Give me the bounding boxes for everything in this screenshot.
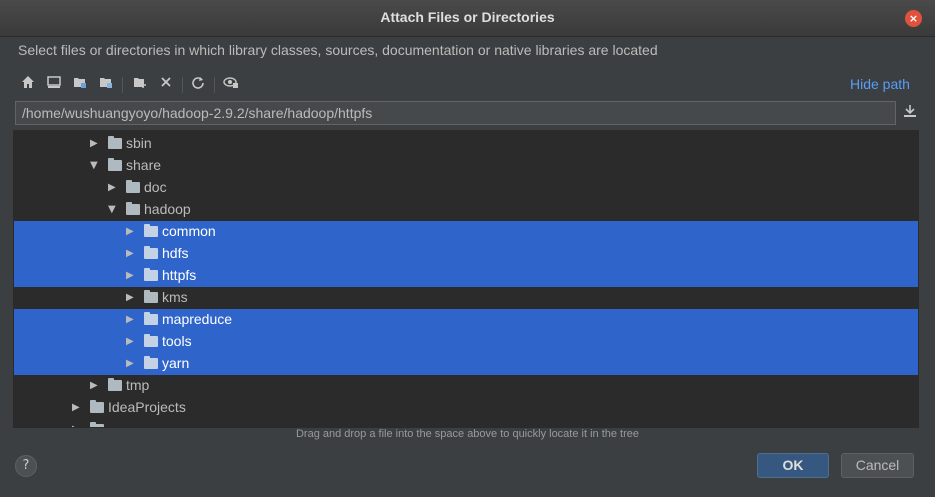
tree-row-label: hadoop xyxy=(144,201,191,217)
expand-arrow-icon[interactable]: ▶ xyxy=(126,248,134,259)
folder-icon xyxy=(144,356,158,369)
folder-icon xyxy=(144,268,158,281)
tree-row-label: mapreduce xyxy=(162,311,233,327)
close-icon[interactable]: × xyxy=(905,10,922,27)
folder-icon xyxy=(126,202,140,215)
tree-row-sbin[interactable]: ▶ sbin xyxy=(14,133,918,155)
expand-arrow-icon[interactable]: ▶ xyxy=(126,226,134,237)
tree-row-tmp[interactable]: ▶ tmp xyxy=(14,375,918,397)
folder-icon xyxy=(144,312,158,325)
expand-arrow-icon[interactable]: ▶ xyxy=(126,270,134,281)
tree-row-yarn[interactable]: ▶ yarn xyxy=(14,353,918,375)
home-icon[interactable] xyxy=(18,75,38,95)
tree-row-share[interactable]: ▼ share xyxy=(14,155,918,177)
toolbar-separator xyxy=(122,77,123,93)
folder-icon xyxy=(144,334,158,347)
folder-icon xyxy=(108,158,122,171)
title-bar: Attach Files or Directories × xyxy=(0,0,935,37)
drag-drop-hint: Drag and drop a file into the space abov… xyxy=(295,428,640,440)
expand-arrow-icon[interactable]: ▶ xyxy=(72,402,80,413)
collapse-arrow-icon[interactable]: ▼ xyxy=(90,160,98,171)
new-folder-icon[interactable] xyxy=(130,75,150,95)
ok-button[interactable]: OK xyxy=(757,453,829,478)
tree-row-common[interactable]: ▶ common xyxy=(14,221,918,243)
tree-row-label: yarn xyxy=(162,355,190,371)
folder-icon xyxy=(144,246,158,259)
tree-row-label: tools xyxy=(162,333,192,349)
folder-icon xyxy=(126,180,140,193)
tree-row-label: sbin xyxy=(126,135,152,151)
tree-row-ideaprojects[interactable]: ▶ IdeaProjects xyxy=(14,397,918,419)
help-button[interactable]: ? xyxy=(15,455,37,477)
path-input[interactable]: /home/wushuangyoyo/hadoop-2.9.2/share/ha… xyxy=(15,101,896,125)
toolbar-separator xyxy=(214,77,215,93)
tree-row-label: httpfs xyxy=(162,267,197,283)
tree-row-label: tmp xyxy=(126,377,150,393)
tree-row-httpfs[interactable]: ▶ httpfs xyxy=(14,265,918,287)
expand-arrow-icon[interactable]: ▶ xyxy=(126,336,134,347)
refresh-icon[interactable] xyxy=(188,75,208,95)
cancel-button[interactable]: Cancel xyxy=(841,453,914,478)
toolbar-separator xyxy=(182,77,183,93)
tree-row-label: common xyxy=(162,223,216,239)
folder-icon xyxy=(144,290,158,303)
expand-arrow-icon[interactable]: ▶ xyxy=(126,358,134,369)
project-icon[interactable] xyxy=(70,75,90,95)
expand-arrow-icon[interactable]: ▶ xyxy=(126,292,134,303)
dialog-title: Attach Files or Directories xyxy=(380,9,555,25)
show-hidden-icon[interactable] xyxy=(221,75,241,95)
tree-row-label: IdeaProjects xyxy=(108,399,186,415)
tree-row-hadoop[interactable]: ▼ hadoop xyxy=(14,199,918,221)
tree-row-label: share xyxy=(126,157,162,173)
tree-row-kms[interactable]: ▶ kms xyxy=(14,287,918,309)
folder-icon xyxy=(108,378,122,391)
expand-arrow-icon[interactable]: ▶ xyxy=(108,182,116,193)
hide-path-link[interactable]: Hide path xyxy=(850,76,910,92)
file-tree[interactable]: ▶ sbin ▼ share ▶ doc ▼ hadoop ▶ common ▶… xyxy=(13,130,919,428)
dialog-description: Select files or directories in which lib… xyxy=(18,42,658,58)
attach-files-dialog: Attach Files or Directories × Select fil… xyxy=(0,0,935,497)
delete-icon[interactable] xyxy=(156,75,176,95)
folder-icon xyxy=(144,224,158,237)
desktop-icon[interactable] xyxy=(44,75,64,95)
tree-row-hdfs[interactable]: ▶ hdfs xyxy=(14,243,918,265)
tree-row-label: doc xyxy=(144,179,167,195)
expand-arrow-icon[interactable]: ▶ xyxy=(90,138,98,149)
folder-icon xyxy=(108,136,122,149)
collapse-arrow-icon[interactable]: ▼ xyxy=(108,204,116,215)
expand-arrow-icon[interactable]: ▶ xyxy=(90,380,98,391)
download-icon[interactable] xyxy=(902,104,918,122)
tree-row-doc[interactable]: ▶ doc xyxy=(14,177,918,199)
expand-arrow-icon[interactable]: ▶ xyxy=(126,314,134,325)
path-input-value: /home/wushuangyoyo/hadoop-2.9.2/share/ha… xyxy=(22,105,373,121)
tree-row-label: kms xyxy=(162,289,188,305)
tree-row-partial[interactable]: ▶ xyxy=(14,419,918,427)
tree-row-tools[interactable]: ▶ tools xyxy=(14,331,918,353)
module-icon[interactable] xyxy=(96,75,116,95)
folder-icon xyxy=(90,400,104,413)
tree-row-label: hdfs xyxy=(162,245,189,261)
tree-row-mapreduce[interactable]: ▶ mapreduce xyxy=(14,309,918,331)
